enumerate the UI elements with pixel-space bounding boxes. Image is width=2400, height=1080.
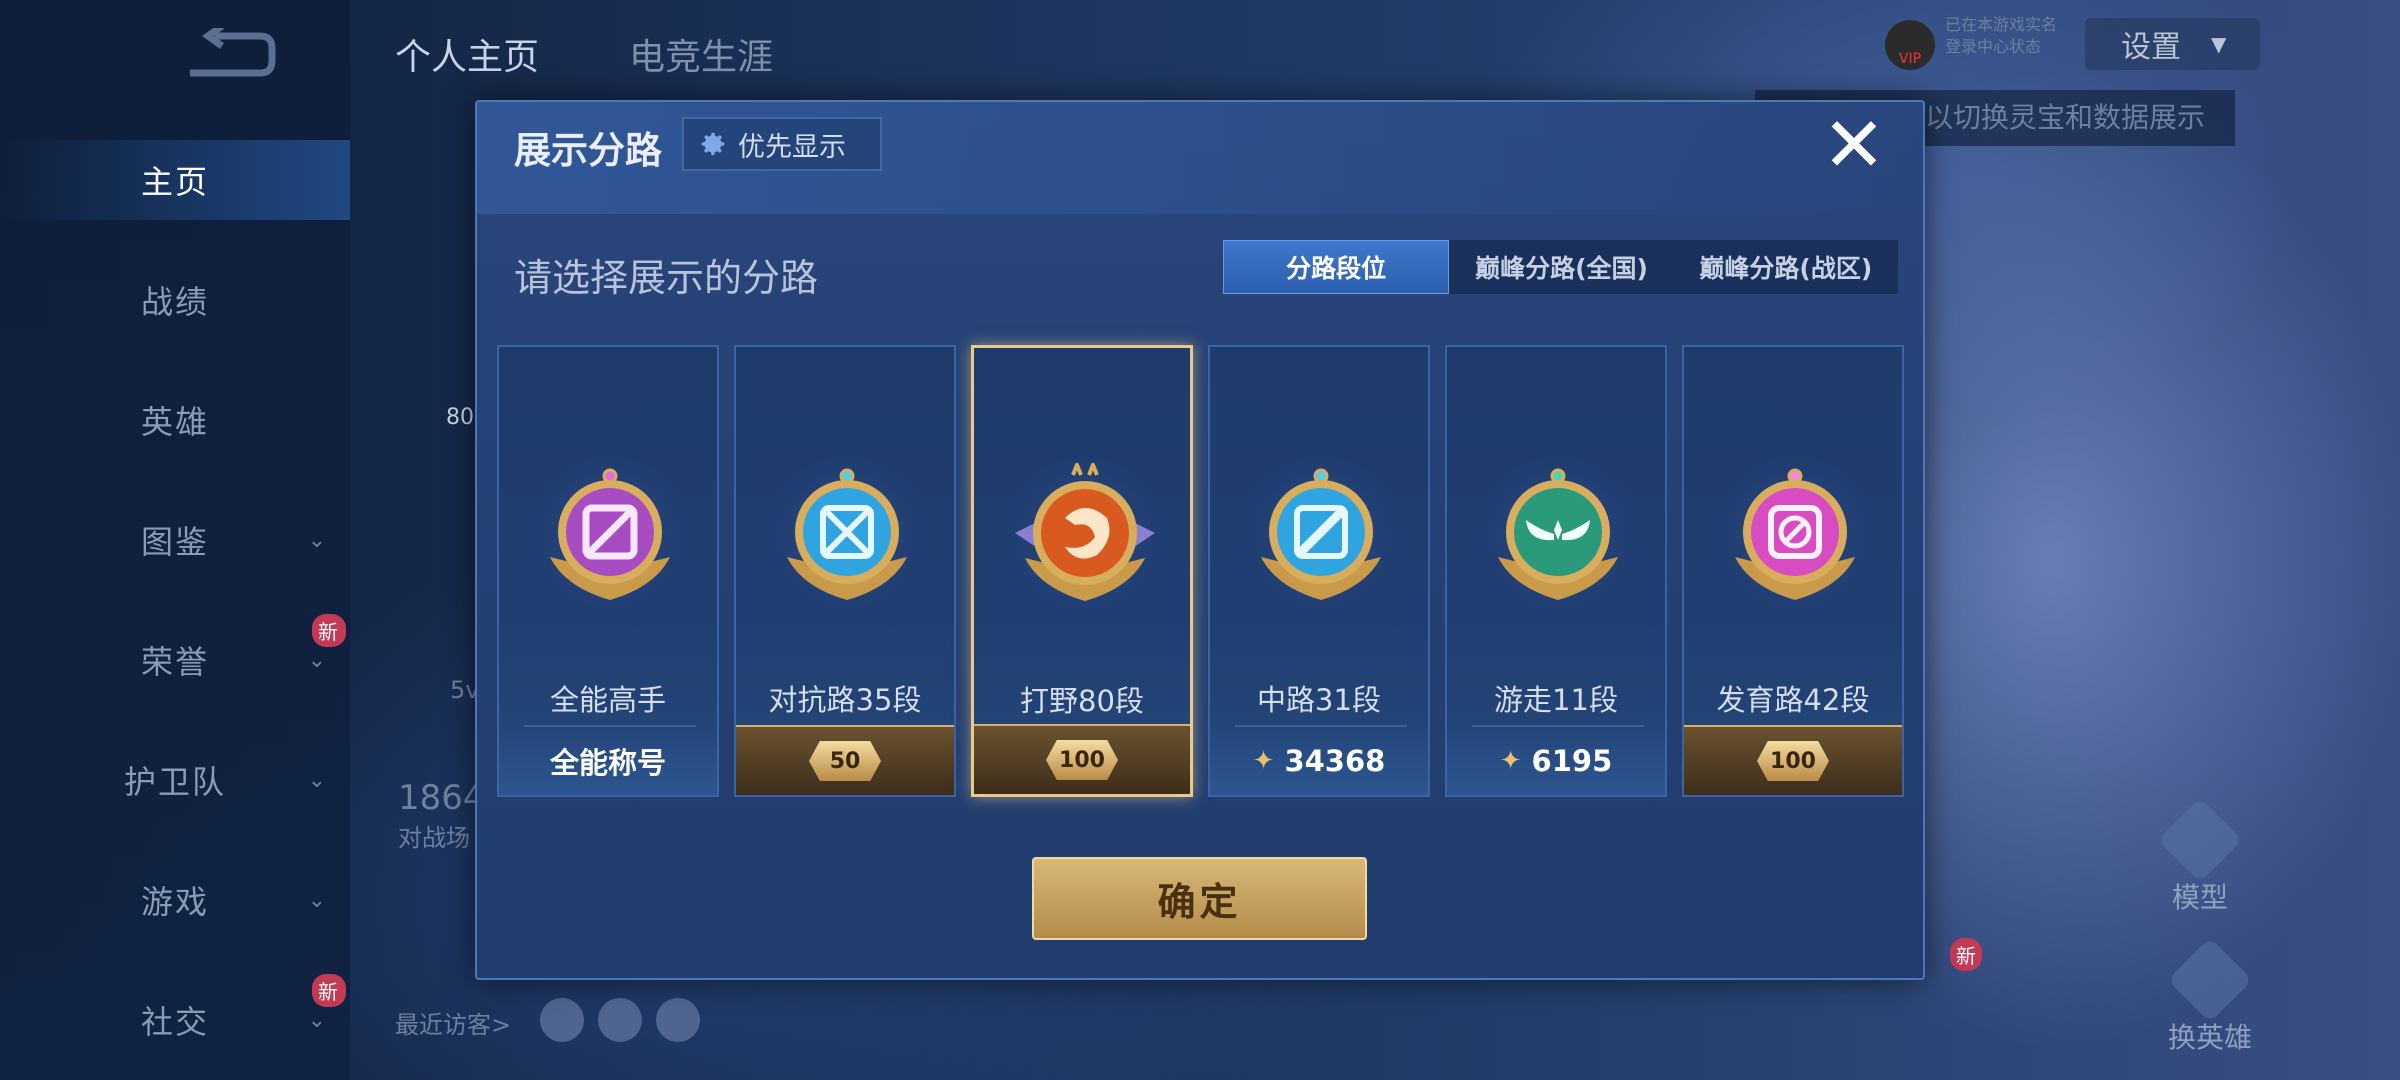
level-badge: 100 [1757,741,1829,781]
sidebar-item-codex[interactable]: 图鉴 ⌄ [0,500,350,580]
visitor-avatar[interactable] [540,998,584,1042]
sidebar-item-honor[interactable]: 荣誉 ⌄ 新 [0,614,350,700]
sidebar-item-label: 游戏 [140,883,209,921]
profile-tabs: 个人主页 电竞生涯 [395,28,773,80]
wand-icon [1261,468,1381,600]
chevron-down-icon: ⌄ [307,887,328,913]
lane-footer: 50 [736,725,954,795]
dragon-icon [1015,463,1155,601]
lane-card-jungle[interactable]: 打野80段 100 [971,345,1193,797]
priority-display-button[interactable]: 优先显示 [682,117,882,171]
no-symbol-icon [1735,468,1855,600]
new-badge: 新 [312,974,346,1007]
lane-card-roam[interactable]: 游走11段 ✦ 6195 [1445,345,1667,797]
model-button[interactable]: 模型 [2157,797,2243,916]
switch-hero-button[interactable]: 换英雄 [2167,937,2253,1056]
sidebar-item-record[interactable]: 战绩 [0,260,350,340]
sidebar: 主页 战绩 英雄 图鉴 ⌄ 荣誉 ⌄ 新 护卫队 ⌄ 游戏 ⌄ 社交 ⌄ 新 [0,0,350,1080]
power-icon: ✦ [1499,746,1522,776]
lane-name: 全能高手 [549,683,666,717]
sidebar-item-games[interactable]: 游戏 ⌄ [0,860,350,940]
lane-footer: 100 [974,724,1190,794]
lane-footer: 全能称号 [499,727,717,795]
lane-display-modal: 展示分路 优先显示 ✕ 请选择展示的分路 分路段位 巅峰分路(全国) 巅峰分路(… [475,100,1925,980]
close-icon[interactable]: ✕ [1819,107,1889,183]
player-level: 80 [446,405,474,430]
level-badge: 100 [1046,740,1118,780]
back-icon[interactable] [180,28,280,88]
sidebar-item-label: 主页 [140,163,209,201]
lane-card-list: 全能高手 全能称号 对抗路35段 50 打野80段 100 中路31段 ✦ 34… [497,345,1907,797]
chevron-down-icon: ▼ [2211,32,2227,56]
new-badge: 新 [312,614,346,647]
sidebar-item-label: 护卫队 [123,763,226,801]
lane-card-mid-lane[interactable]: 中路31段 ✦ 34368 [1208,345,1430,797]
lane-footer: ✦ 34368 [1210,727,1428,795]
sidebar-item-heroes[interactable]: 英雄 [0,380,350,460]
lane-name: 发育路42段 [1716,683,1870,717]
crossed-swords-icon [787,468,907,600]
lane-name: 游走11段 [1494,683,1618,717]
lane-card-all-round[interactable]: 全能高手 全能称号 [497,345,719,797]
wings-icon [1498,468,1618,600]
chevron-down-icon: ⌄ [307,647,328,673]
new-badge: 新 [1950,938,1982,971]
tab-personal-home[interactable]: 个人主页 [395,28,539,80]
tab-peak-lane-national[interactable]: 巅峰分路(全国) [1449,240,1673,294]
power-score: 34368 [1284,744,1386,778]
sidebar-item-home[interactable]: 主页 [0,140,350,220]
sidebar-item-label: 图鉴 [140,523,209,561]
power-icon: ✦ [1252,746,1275,776]
settings-dropdown[interactable]: 设置 ▼ [2085,18,2260,70]
confirm-button[interactable]: 确定 [1032,857,1367,940]
lane-name: 打野80段 [1020,684,1144,718]
visitor-avatar[interactable] [656,998,700,1042]
model-icon [2157,797,2243,883]
gear-icon [701,132,725,156]
match-count: 1864 [398,778,485,818]
slash-square-icon [550,468,670,600]
sidebar-item-social[interactable]: 社交 ⌄ 新 [0,974,350,1060]
lane-footer: ✦ 6195 [1447,727,1665,795]
lane-card-farm-lane[interactable]: 发育路42段 100 [1682,345,1904,797]
settings-label: 设置 [2121,30,2181,65]
tab-lane-rank[interactable]: 分路段位 [1223,240,1450,294]
chevron-down-icon: ⌄ [307,767,328,793]
chevron-down-icon: ⌄ [307,1007,328,1033]
visitor-avatar[interactable] [598,998,642,1042]
selection-prompt: 请选择展示的分路 [514,256,819,300]
chevron-down-icon: ⌄ [307,527,328,553]
sidebar-item-label: 荣誉 [140,643,209,681]
sidebar-item-guard-team[interactable]: 护卫队 ⌄ [0,740,350,820]
switch-hero-icon [2167,937,2253,1023]
power-score: 6195 [1531,744,1613,778]
sidebar-item-label: 社交 [140,1003,209,1041]
lane-name: 对抗路35段 [768,683,922,717]
vip-icon[interactable]: VIP [1885,20,1935,70]
sidebar-item-label: 英雄 [140,403,209,441]
level-badge: 50 [809,741,881,781]
sidebar-item-label: 战绩 [140,283,209,321]
recent-visitors-link[interactable]: 最近访客> [395,1005,511,1040]
priority-display-label: 优先显示 [738,131,846,163]
lane-card-clash-lane[interactable]: 对抗路35段 50 [734,345,956,797]
modal-title: 展示分路 [514,129,662,172]
tab-esports-career[interactable]: 电竞生涯 [629,28,773,80]
lane-footer: 100 [1684,725,1902,795]
ranking-type-tabs: 分路段位 巅峰分路(全国) 巅峰分路(战区) [1223,240,1898,294]
title-label: 全能称号 [549,746,666,780]
match-count-label: 对战场 [398,824,470,852]
lane-name: 中路31段 [1257,683,1381,717]
tab-peak-lane-region[interactable]: 巅峰分路(战区) [1674,240,1898,294]
vip-status-text: 已在本游戏实名 登录中心状态 [1945,15,2058,56]
